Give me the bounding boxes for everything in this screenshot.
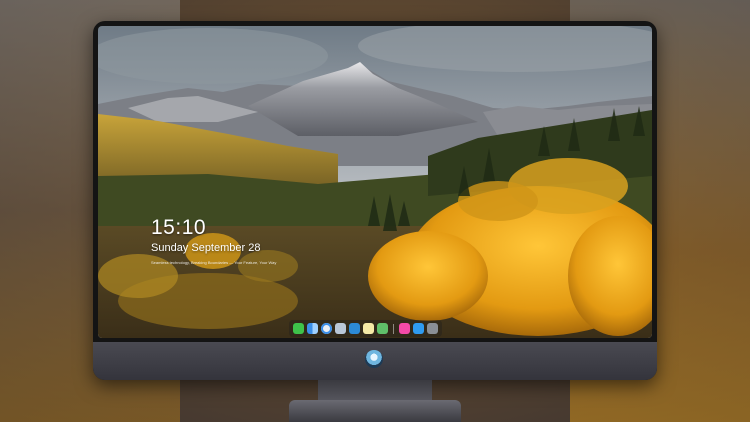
dock <box>289 320 442 337</box>
app-store-icon[interactable] <box>413 323 424 334</box>
clock-time: 15:10 <box>151 216 207 239</box>
music-icon[interactable] <box>399 323 410 334</box>
clapper-icon[interactable] <box>349 323 360 334</box>
monitor: 15:10 Sunday September 28 Seamless techn… <box>93 21 657 380</box>
monitor-chin <box>93 342 657 380</box>
maps-icon[interactable] <box>377 323 388 334</box>
messages-icon[interactable] <box>293 323 304 334</box>
clock-date: Sunday September 28 <box>151 242 261 254</box>
finder-icon[interactable] <box>307 323 318 334</box>
clock-tagline: Seamless technology, Breaking Boundaries… <box>151 260 277 265</box>
preview-icon[interactable] <box>335 323 346 334</box>
dock-separator <box>393 323 394 334</box>
desktop-wallpaper <box>98 26 652 338</box>
monitor-stand-base <box>289 400 461 422</box>
desktop-screen: 15:10 Sunday September 28 Seamless techn… <box>98 26 652 338</box>
brand-logo-icon <box>365 350 383 368</box>
camera-icon[interactable] <box>427 323 438 334</box>
safari-icon[interactable] <box>321 323 332 334</box>
notes-icon[interactable] <box>363 323 374 334</box>
